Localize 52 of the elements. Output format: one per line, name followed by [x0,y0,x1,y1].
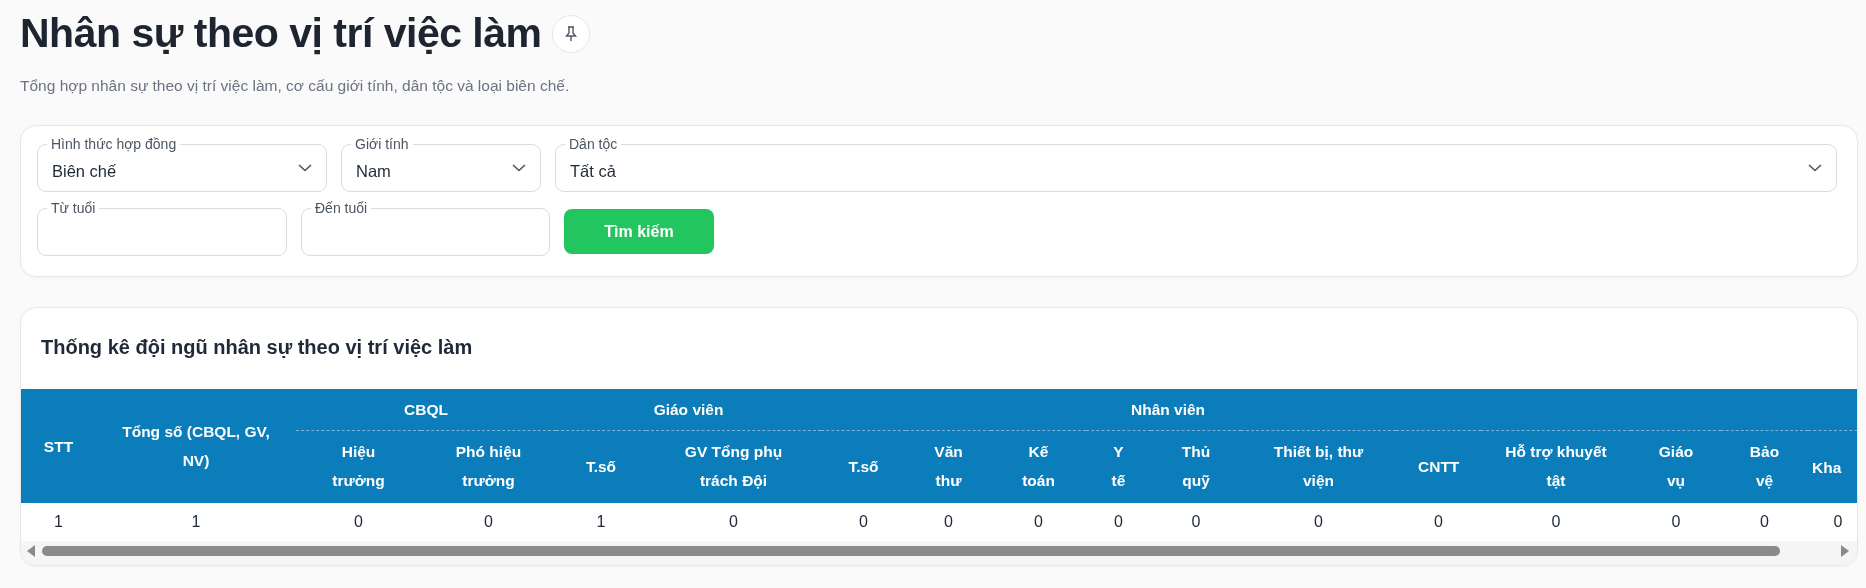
table-cell: 0 [1396,503,1481,541]
column-header: Kế toán [991,430,1086,503]
table-cell: 0 [1808,503,1857,541]
table-cell: 1 [556,503,646,541]
chevron-down-icon [512,164,526,172]
field-label: Giới tính [351,136,413,152]
table-cell: 0 [991,503,1086,541]
column-header: T.số [556,430,646,503]
chevron-down-icon [298,164,312,172]
page-subtitle: Tổng hợp nhân sự theo vị trí việc làm, cơ cấu giới tính, dân tộc và loại biên chế. [20,77,571,95]
pin-icon[interactable] [551,14,590,53]
column-header: Bảo vệ [1721,430,1808,503]
column-header: Kha [1808,430,1857,503]
scrollbar-thumb[interactable] [42,546,1781,556]
column-header: T.số [821,430,906,503]
scroll-left-icon[interactable] [27,545,36,557]
table-cell: 0 [1631,503,1721,541]
column-header: CNTT [1396,430,1481,503]
table-cell: 0 [421,503,556,541]
column-header: Phó hiệu trưởng [421,430,556,503]
group-header: Giáo viên [556,389,821,431]
column-header: Hiệu trưởng [296,430,421,503]
chevron-down-icon [1808,164,1822,172]
table-cell: 0 [646,503,821,541]
group-header: Nhân viên [821,389,1857,431]
field-label: Từ tuổi [47,200,100,216]
column-header: Thiết bị, thư viện [1241,430,1396,503]
column-header: Y tế [1086,430,1151,503]
table-cell: 0 [821,503,906,541]
column-header: Giáo vụ [1631,430,1721,503]
column-header: Hỗ trợ khuyết tật [1481,430,1631,503]
scroll-right-icon[interactable] [1840,545,1849,557]
column-header: STT [21,389,96,503]
table-cell: 1 [96,503,296,541]
field-label: Hình thức hợp đồng [47,136,181,152]
table-cell: 0 [1151,503,1241,541]
table-cell: 0 [296,503,421,541]
page-title: Nhân sự theo vị trí việc làm [20,10,542,57]
table-cell: 0 [1481,503,1631,541]
column-header: Văn thư [906,430,991,503]
table-title: Thống kê đội ngũ nhân sự theo vị trí việc làm [40,335,474,360]
column-header: Thủ quỹ [1151,430,1241,503]
table-cell: 0 [1721,503,1808,541]
table-cell: 1 [21,503,96,541]
table-cell: 0 [1241,503,1396,541]
field-label: Dân tộc [565,136,622,152]
group-header: CBQL [296,389,556,431]
column-header: Tổng số (CBQL, GV, NV) [96,389,296,503]
table-cell: 0 [906,503,991,541]
field-label: Đến tuổi [311,200,372,216]
table-cell: 0 [1086,503,1151,541]
column-header: GV Tổng phụ trách Đội [646,430,821,503]
